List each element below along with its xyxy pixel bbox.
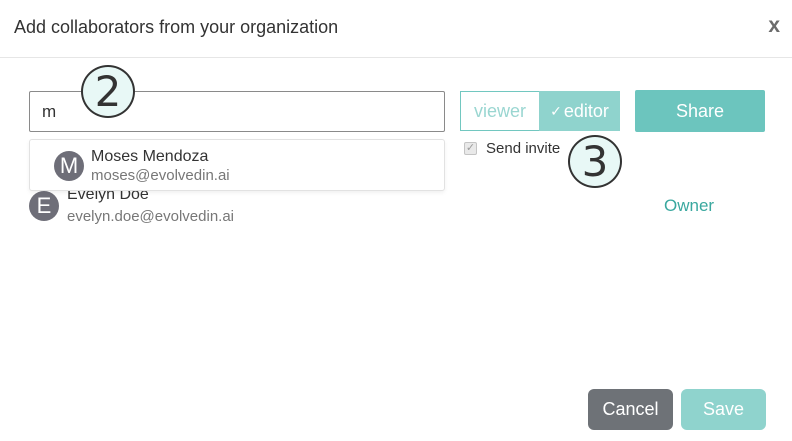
step-2-annotation: 2 bbox=[81, 65, 135, 118]
role-option-viewer-label: viewer bbox=[473, 100, 526, 121]
check-icon: ✓ bbox=[550, 102, 562, 119]
send-invite-label: Send invite bbox=[486, 139, 561, 157]
cancel-button[interactable]: Cancel bbox=[588, 389, 673, 430]
role-option-viewer[interactable]: viewer bbox=[460, 91, 539, 131]
share-button[interactable]: Share bbox=[635, 90, 765, 132]
suggestion-item[interactable]: M Moses Mendoza moses@evolvedin.ai bbox=[29, 139, 445, 191]
save-button[interactable]: Save bbox=[681, 389, 766, 430]
role-option-editor[interactable]: ✓ editor bbox=[539, 91, 620, 131]
member-row: E Evelyn Doe evelyn.doe@evolvedin.ai Own… bbox=[29, 186, 765, 228]
close-icon[interactable]: x bbox=[768, 14, 780, 38]
avatar: E bbox=[29, 191, 59, 221]
role-option-editor-label: editor bbox=[563, 100, 609, 121]
suggestion-email: moses@evolvedin.ai bbox=[91, 167, 230, 184]
send-invite-row: ✓ Send invite bbox=[464, 139, 560, 157]
member-email: evelyn.doe@evolvedin.ai bbox=[67, 208, 234, 225]
member-role: Owner bbox=[664, 196, 715, 215]
send-invite-checkbox[interactable]: ✓ bbox=[464, 141, 477, 155]
avatar: M bbox=[54, 151, 84, 181]
step-3-annotation: 3 bbox=[568, 135, 622, 188]
dialog-title: Add collaborators from your organization bbox=[14, 17, 339, 37]
role-toggle: viewer ✓ editor bbox=[460, 91, 620, 131]
suggestion-name: Moses Mendoza bbox=[91, 148, 209, 165]
dialog-header: Add collaborators from your organization… bbox=[0, 0, 792, 58]
add-collaborators-dialog: Add collaborators from your organization… bbox=[0, 0, 792, 441]
